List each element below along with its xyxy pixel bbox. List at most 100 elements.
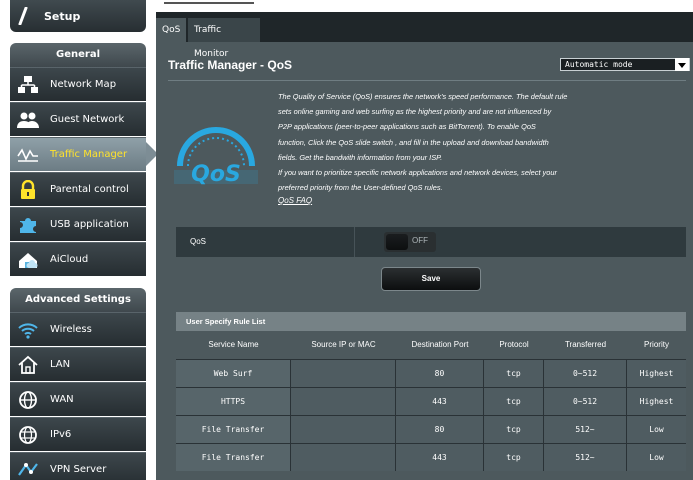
sidebar-item-guest-network[interactable]: Guest Network [10, 102, 146, 136]
source-cell [291, 388, 396, 415]
qos-logo-text: QoS [191, 162, 241, 187]
qos-description: The Quality of Service (QoS) ensures the… [278, 89, 630, 195]
port-cell: 80 [396, 360, 484, 387]
sidebar-item-aicloud[interactable]: AiCloud [10, 242, 146, 276]
transferred-cell: 512~ [544, 416, 627, 443]
protocol-cell: tcp [484, 360, 544, 387]
guest-network-icon [16, 108, 40, 132]
table-row[interactable]: Web Surf 80 tcp 0~512 Highest [176, 359, 686, 387]
sidebar-item-label: VPN Server [50, 464, 107, 475]
priority-cell: Low [649, 453, 664, 462]
sidebar-item-traffic-manager[interactable]: Traffic Manager [10, 137, 146, 171]
cloud-house-icon [16, 248, 40, 272]
transferred-cell: 512~ [544, 444, 627, 471]
protocol-cell: tcp [484, 416, 544, 443]
tab-traffic-monitor[interactable]: Traffic Monitor [188, 18, 260, 59]
save-button[interactable]: Save [381, 267, 481, 291]
rule-list-title: User Specify Rule List [176, 312, 686, 331]
source-cell [291, 416, 396, 443]
sidebar-item-usb-application[interactable]: USB application [10, 207, 146, 241]
sidebar-item-ipv6[interactable]: IPv6 [10, 417, 146, 451]
puzzle-icon [16, 213, 40, 237]
service-name-cell: Web Surf [176, 360, 291, 387]
lock-icon [16, 178, 40, 202]
qos-label: QoS [190, 237, 207, 246]
service-name-cell: File Transfer [176, 444, 291, 471]
qos-faq-link[interactable]: QoS FAQ [278, 196, 312, 205]
table-row[interactable]: HTTPS 443 tcp 0~512 Highest [176, 387, 686, 415]
sidebar-item-label: Wireless [50, 324, 92, 335]
sidebar-item-label: WAN [50, 394, 74, 405]
rule-list-table: User Specify Rule List Service Name Sour… [176, 312, 686, 471]
service-name-cell: File Transfer [176, 416, 291, 443]
sidebar-item-parental-control[interactable]: Parental control [10, 172, 146, 206]
description-line: The Quality of Service (QoS) ensures the… [278, 92, 568, 101]
sidebar-item-label: Traffic Manager [50, 149, 128, 160]
title-divider [168, 80, 686, 81]
priority-cell: Low [649, 425, 664, 434]
table-header: Service Name Source IP or MAC Destinatio… [176, 331, 686, 359]
port-cell: 443 [396, 388, 484, 415]
description-line: function, Click the QoS slide switch , a… [278, 137, 549, 147]
network-map-icon [16, 73, 40, 97]
service-name-cell: HTTPS [176, 388, 291, 415]
vpn-icon [16, 458, 40, 480]
description-line: preferred priority from the User-defined… [278, 183, 443, 193]
tab-qos[interactable]: QoS [156, 18, 186, 42]
priority-cell: Highest [639, 369, 674, 378]
port-cell: 443 [396, 444, 484, 471]
protocol-cell: tcp [484, 388, 544, 415]
qos-toggle-switch[interactable]: OFF [384, 232, 436, 252]
description-line: P2P applications (peer-to-peer applicati… [278, 122, 536, 132]
qos-mode-select[interactable]: Automatic mode [560, 58, 690, 71]
description-line: sets online gaming and web surfing as th… [278, 107, 552, 117]
column-header: Protocol [499, 340, 529, 349]
toggle-knob [386, 234, 408, 250]
wifi-icon [16, 318, 40, 342]
source-cell [291, 360, 396, 387]
sidebar-item-label: IPv6 [50, 429, 72, 440]
cell-divider [354, 227, 355, 257]
sidebar-item-wan[interactable]: WAN [10, 382, 146, 416]
transferred-cell: 0~512 [544, 388, 627, 415]
table-row[interactable]: File Transfer 80 tcp 512~ Low [176, 415, 686, 443]
description-line: fields. Get the bandwith information fro… [278, 152, 443, 162]
qos-mode-value: Automatic mode [565, 60, 633, 69]
qos-enable-row: QoS OFF [176, 227, 686, 257]
sidebar-item-network-map[interactable]: Network Map [10, 67, 146, 101]
chevron-down-icon [675, 58, 689, 71]
sidebar-item-label: AiCloud [50, 254, 89, 265]
priority-cell: Highest [639, 397, 674, 406]
column-header: Service Name [208, 340, 259, 349]
sidebar-item-label: Parental control [50, 184, 129, 195]
sidebar-item-vpn-server[interactable]: VPN Server [10, 452, 146, 480]
description-line: If you want to prioritize specific netwo… [278, 168, 557, 178]
wand-icon [18, 7, 28, 25]
protocol-cell: tcp [484, 444, 544, 471]
sidebar-item-wireless[interactable]: Wireless [10, 312, 146, 346]
tab-bar: QoS Traffic Monitor [156, 12, 693, 59]
traffic-manager-icon [16, 143, 40, 167]
globe-icon [16, 388, 40, 412]
general-header: General [10, 43, 146, 67]
top-strip [156, 0, 693, 12]
column-header: Priority [644, 340, 669, 349]
sidebar: Setup General Network Map Guest Network … [8, 0, 158, 480]
setup-label: Setup [44, 9, 81, 23]
breadcrumb [164, 2, 254, 6]
sidebar-item-lan[interactable]: LAN [10, 347, 146, 381]
column-header: Transferred [564, 340, 607, 349]
main-panel: QoS Traffic Monitor Traffic Manager - Qo… [156, 0, 693, 480]
sidebar-item-label: USB application [50, 219, 129, 230]
quick-setup-button[interactable]: Setup [10, 0, 146, 32]
table-row[interactable]: File Transfer 443 tcp 512~ Low [176, 443, 686, 471]
house-icon [16, 353, 40, 377]
toggle-state-label: OFF [412, 236, 428, 245]
advanced-settings-header: Advanced Settings [10, 288, 146, 312]
qos-speedometer-icon: QoS [174, 127, 258, 187]
source-cell [291, 444, 396, 471]
transferred-cell: 0~512 [544, 360, 627, 387]
column-header: Source IP or MAC [311, 340, 376, 349]
page-title: Traffic Manager - QoS [168, 58, 293, 72]
ipv6-globe-icon [16, 423, 40, 447]
